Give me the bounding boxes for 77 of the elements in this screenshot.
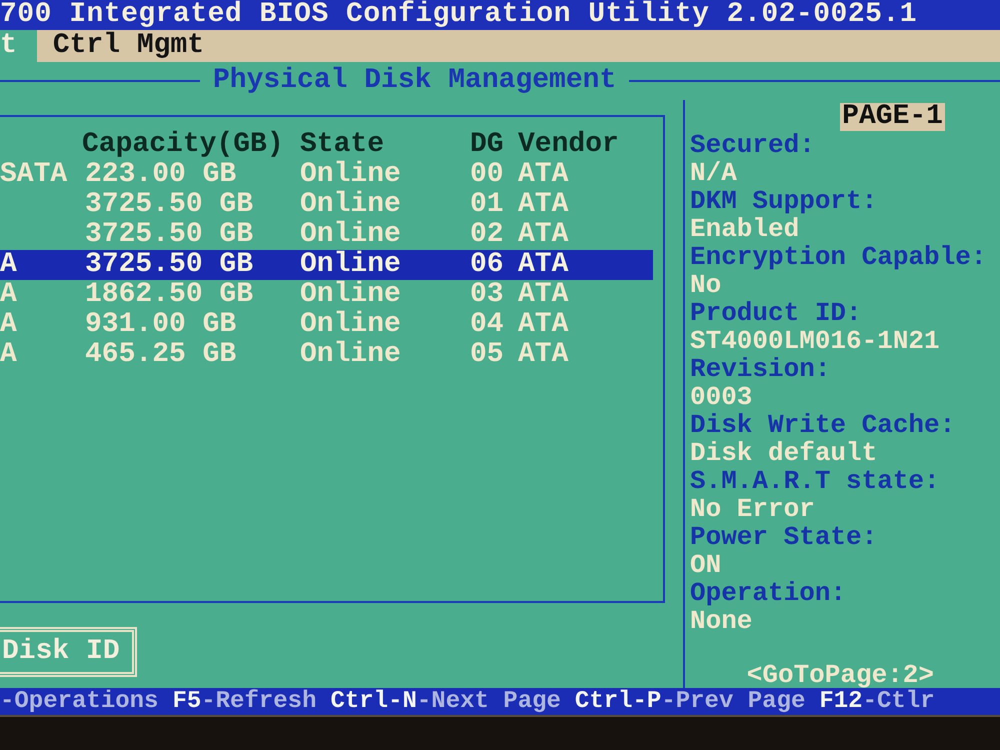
table-cell-text: 06 <box>470 250 505 280</box>
table-cell-text: 3725.50 GB <box>84 220 254 250</box>
table-cell-text: Online <box>300 220 402 250</box>
shortcut-action: -Ctlr <box>862 688 935 715</box>
table-row[interactable]: A 931.00 GB Online 04 ATA <box>0 310 653 340</box>
table-cell-text: ATA <box>518 190 570 220</box>
field-value: No Error <box>690 495 816 523</box>
field-label: Operation: <box>690 579 848 607</box>
panel-title: Physical Disk Management <box>213 66 616 96</box>
page-badge: PAGE-1 <box>840 103 945 131</box>
field-value: N/A <box>690 159 738 187</box>
field-value: Disk default <box>690 439 878 467</box>
field-label: Secured: <box>690 131 816 159</box>
table-cell-text: 3725.50 GB <box>84 250 254 280</box>
table-row[interactable]: A 1862.50 GB Online 03 ATA <box>0 280 653 310</box>
shortcut-action: -Refresh <box>201 688 316 715</box>
table-cell-text: ATA <box>518 340 570 370</box>
shortcut-key: Ctrl-N <box>330 688 417 715</box>
column-header: Vendor <box>518 130 620 160</box>
table-cell-text: ATA <box>518 250 570 280</box>
table-cell-text: 02 <box>470 220 505 250</box>
disk-id-button[interactable]: Disk ID <box>0 627 137 677</box>
field-label: S.M.A.R.T state: <box>690 467 941 495</box>
table-cell-text: Online <box>300 190 402 220</box>
column-header: Capacity(GB) <box>82 130 285 160</box>
field-label: Revision: <box>690 355 832 383</box>
table-cell-text: ATA <box>518 280 570 310</box>
table-cell-text: 1862.50 GB <box>84 280 254 310</box>
table-cell-text: ATA <box>518 220 570 250</box>
table-cell-text: Online <box>300 160 402 190</box>
shortcut-key: Ctrl-P <box>574 688 662 715</box>
table-row[interactable]: 3725.50 GB Online 02 ATA <box>0 220 653 250</box>
field-value: ST4000LM016-1N21 <box>690 327 941 355</box>
shortcut-action: -Next Page <box>416 688 561 715</box>
field-value: None <box>690 607 754 635</box>
table-cell-text: ATA <box>518 160 570 190</box>
table-row[interactable]: A 3725.50 GB Online 06 ATA <box>0 250 653 280</box>
field-label: Power State: <box>690 523 878 551</box>
field-value: Enabled <box>690 215 800 243</box>
goto-page-link[interactable]: <GoToPage:2> <box>746 662 934 688</box>
table-cell-text: 465.25 GB <box>84 340 238 370</box>
field-label: DKM Support: <box>690 187 878 215</box>
field-label: Encryption Capable: <box>690 243 988 271</box>
field-label: Product ID: <box>690 299 863 327</box>
table-cell-text: A <box>0 340 18 370</box>
table-cell-text: 00 <box>470 160 505 190</box>
table-cell-text: ATA <box>518 310 570 340</box>
table-cell-text: 223.00 GB <box>84 160 238 190</box>
column-header: DG <box>470 130 505 160</box>
table-cell-text: 03 <box>470 280 505 310</box>
field-label: Disk Write Cache: <box>690 411 956 439</box>
table-cell-text: A <box>0 310 18 340</box>
table-cell-text: Online <box>300 310 402 340</box>
table-cell-text: Online <box>300 250 402 280</box>
table-row[interactable]: A 465.25 GB Online 05 ATA <box>0 340 653 370</box>
table-cell-text: SATA <box>0 160 68 190</box>
table-cell-text: 05 <box>470 340 505 370</box>
table-row[interactable]: SATA 223.00 GB Online 00 ATA <box>0 160 653 190</box>
table-cell-text: Online <box>300 280 402 310</box>
column-header: State <box>300 130 386 160</box>
shortcut-key: F5 <box>172 688 202 715</box>
tab[interactable]: t <box>0 30 37 62</box>
shortcut-key: F12 <box>819 688 863 715</box>
table-cell-text: A <box>0 250 18 280</box>
table-row[interactable]: 3725.50 GB Online 01 ATA <box>0 190 653 220</box>
table-cell-text: Online <box>300 340 402 370</box>
field-value: ON <box>690 551 722 579</box>
shortcut-action: -Operations <box>0 688 158 715</box>
table-cell-text: 04 <box>470 310 505 340</box>
field-value: 0003 <box>690 383 754 411</box>
window-title: 700 Integrated BIOS Configuration Utility 2.02-0025.1 <box>0 0 1000 30</box>
table-cell-text: A <box>0 280 18 310</box>
table-cell-text: 01 <box>470 190 505 220</box>
field-value: No <box>690 271 722 299</box>
table-cell-text: 931.00 GB <box>84 310 238 340</box>
table-cell-text: 3725.50 GB <box>84 190 254 220</box>
shortcut-action: -Prev Page <box>661 688 806 715</box>
